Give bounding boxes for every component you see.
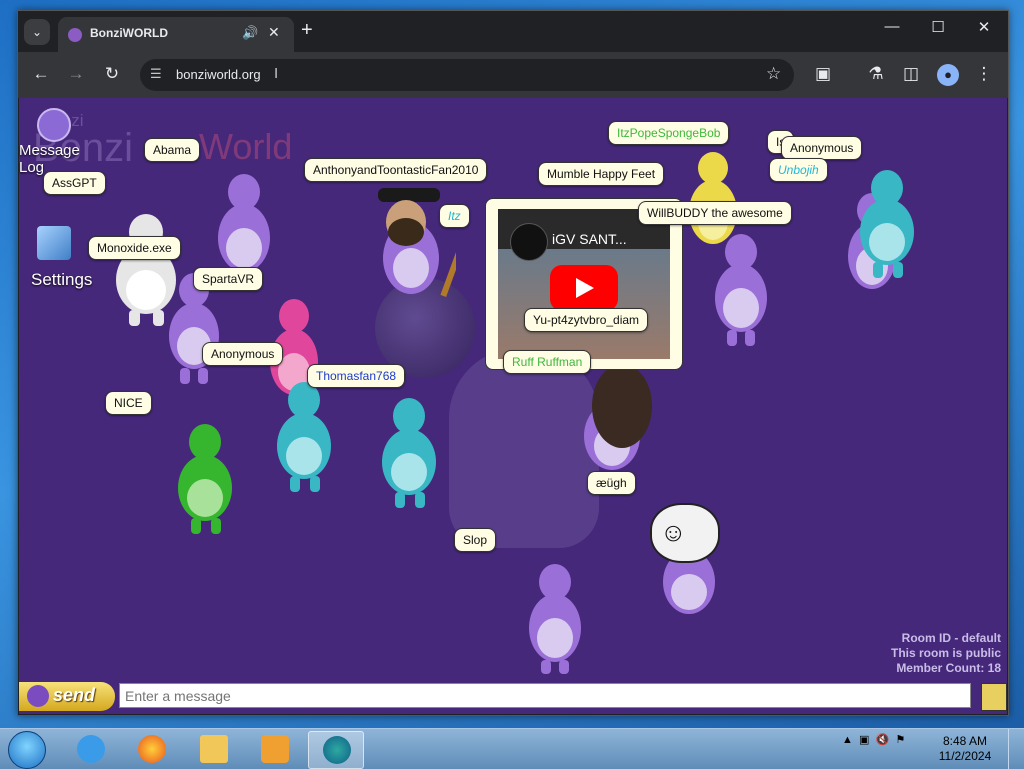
name-bubble: Anonymous: [781, 136, 863, 160]
more-icon[interactable]: ⋮: [972, 64, 996, 84]
tab-search-chevron-down-icon[interactable]: ⌄: [24, 19, 50, 45]
name-bubble: Abama: [144, 138, 201, 162]
youtube-play-icon[interactable]: [550, 265, 618, 311]
name-bubble: Unbojih: [769, 158, 828, 182]
speaker-icon[interactable]: 🔊: [242, 25, 258, 41]
troll-face-avatar[interactable]: ☺: [650, 503, 720, 563]
name-bubble: æügh: [587, 471, 636, 495]
bonzi-avatar-purple[interactable]: [701, 230, 781, 350]
send-button[interactable]: send: [19, 682, 115, 711]
new-tab-plus-icon[interactable]: +: [301, 20, 313, 40]
bonzi-avatar-teal[interactable]: [367, 394, 451, 512]
clock[interactable]: 8:48 AM 11/2/2024: [930, 734, 1000, 764]
computer-settings-icon: [37, 226, 71, 260]
close-window-icon[interactable]: ✕: [964, 18, 1004, 36]
name-bubble: Slop: [454, 528, 497, 552]
tab-strip: ⌄ BonziWORLD 🔊 ✕ + — ☐ ✕: [18, 11, 1008, 52]
labs-icon[interactable]: ⚗: [864, 64, 888, 84]
favicon-icon: [68, 28, 82, 42]
name-bubble: Ruff Ruffman: [503, 350, 592, 374]
chrome-icon: [323, 736, 351, 764]
close-tab-icon[interactable]: ✕: [268, 24, 280, 41]
explorer-icon: [200, 735, 228, 763]
forward-icon[interactable]: →: [64, 64, 88, 84]
name-bubble: AnthonyandToontasticFan2010: [304, 158, 488, 182]
chat-bar: send: [19, 680, 1007, 714]
bonzi-avatar-purple[interactable]: [567, 366, 657, 486]
bonzi-avatar-purple[interactable]: [515, 560, 595, 678]
name-bubble: ItzPopeSpongeBob: [608, 121, 730, 145]
url-text[interactable]: bonziworld.org: [176, 67, 261, 82]
extensions-icon[interactable]: ▣: [811, 64, 835, 84]
name-bubble: Itz: [439, 204, 470, 228]
bonzi-avatar-teal[interactable]: [845, 166, 929, 284]
taskbar-app-chrome[interactable]: [308, 731, 364, 769]
browser-toolbar: ← → ↻ ☰ bonziworld.org I ☆ ▣ ⚗ ◫ ● ⋮: [18, 52, 1008, 98]
show-desktop-button[interactable]: [1008, 729, 1024, 769]
address-bar[interactable]: ☰ bonziworld.org I ☆: [140, 59, 794, 91]
channel-avatar[interactable]: [510, 223, 548, 261]
taskbar-app-media[interactable]: [247, 731, 301, 767]
troll-face-icon: ☺: [660, 517, 687, 547]
sidepanel-icon[interactable]: ◫: [899, 64, 923, 84]
name-bubble: NICE: [105, 391, 152, 415]
taskbar-app-firefox[interactable]: [124, 731, 178, 767]
start-icon[interactable]: [8, 731, 46, 769]
name-bubble: SpartaVR: [193, 267, 264, 291]
name-bubble: Mumble Happy Feet: [538, 162, 665, 186]
bonzi-avatar-green[interactable]: [163, 420, 247, 538]
media-icon: [261, 735, 289, 763]
profile-icon[interactable]: ●: [937, 64, 959, 86]
tab-title: BonziWORLD: [90, 26, 168, 40]
tab-bonziworld[interactable]: BonziWORLD 🔊 ✕: [58, 17, 294, 52]
message-input[interactable]: [119, 683, 971, 708]
maximize-icon[interactable]: ☐: [918, 18, 958, 36]
reload-icon[interactable]: ↻: [100, 64, 124, 84]
taskbar-app-ie[interactable]: [63, 731, 117, 767]
system-tray[interactable]: ▲ ▣ 🔇 ⚑: [842, 733, 905, 746]
firefox-icon: [138, 735, 166, 763]
name-bubble: AssGPT: [43, 171, 106, 195]
minimize-icon[interactable]: —: [872, 18, 912, 35]
name-bubble: Anonymous: [202, 342, 284, 366]
taskbar-app-explorer[interactable]: [186, 731, 240, 767]
bonzi-icon: [27, 685, 49, 707]
back-icon[interactable]: ←: [29, 64, 53, 84]
taskbar: ▲ ▣ 🔇 ⚑ 8:48 AM 11/2/2024: [0, 728, 1024, 769]
name-bubble: Thomasfan768: [307, 364, 406, 388]
bonzi-avatar-teal[interactable]: [262, 378, 346, 496]
site-settings-icon[interactable]: ☰: [150, 66, 162, 82]
youtube-embed[interactable]: iGV SANT...: [498, 209, 670, 359]
room-info: Room ID - default This room is public Me…: [890, 631, 1001, 675]
bonziworld-room[interactable]: Bonzi Bonzi World Message Log Settings: [19, 98, 1007, 680]
name-bubble: Monoxide.exe: [88, 236, 181, 260]
star-icon[interactable]: ☆: [766, 64, 781, 84]
video-title[interactable]: iGV SANT...: [552, 231, 627, 247]
name-bubble: WillBUDDY the awesome: [638, 201, 792, 225]
browser-window: ⌄ BonziWORLD 🔊 ✕ + — ☐ ✕ ← → ↻ ☰ bonziwo…: [17, 10, 1009, 716]
text-cursor-icon: I: [274, 65, 279, 82]
ie-icon: [77, 735, 105, 763]
name-bubble: Yu-pt4zytvbro_diam: [524, 308, 649, 332]
emoji-icon[interactable]: [981, 683, 1007, 711]
bonzi-icon: [37, 108, 71, 142]
message-log-shortcut[interactable]: Message Log: [19, 108, 89, 176]
